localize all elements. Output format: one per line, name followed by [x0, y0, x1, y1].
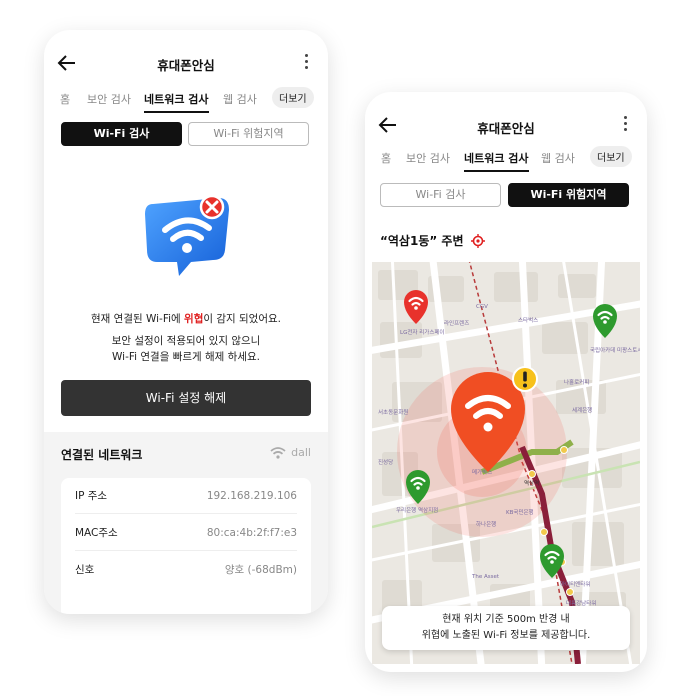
warning-badge-icon — [512, 366, 538, 392]
app-title: 휴대폰안심 — [477, 121, 535, 136]
alert-prefix: 현재 연결된 Wi-Fi에 — [91, 313, 185, 325]
app-title: 휴대폰안심 — [157, 58, 215, 73]
advice-line-2: Wi-Fi 연결을 빠르게 해제 하세요. — [112, 351, 260, 363]
network-ssid: dall — [270, 446, 311, 459]
tab-network-scan[interactable]: 네트워크 검사 — [144, 91, 209, 113]
location-header: “역삼1동” 주변 — [380, 232, 485, 249]
disconnect-wifi-button[interactable]: Wi-Fi 설정 해제 — [61, 380, 311, 416]
map-label: 나홀로커피 — [564, 378, 589, 386]
map-label: CGV — [476, 304, 488, 310]
info-key: 신호 — [75, 564, 95, 576]
tab-home[interactable]: 홈 — [381, 150, 391, 166]
advice-line-1: 보안 설정이 적용되어 있지 않으니 — [111, 335, 261, 347]
app-bar: 휴대폰안심 — [365, 104, 647, 144]
tab-home[interactable]: 홈 — [60, 91, 70, 107]
danger-zone-map[interactable]: LG전자 리가스페이 라인프렌즈 CGV 스타벅스 국립아카데 미팡스토시관 나… — [372, 262, 640, 664]
info-row-signal: 신호 양호 (-68dBm) — [75, 552, 297, 588]
info-value: 80:ca:4b:2f:f7:e3 — [206, 527, 297, 539]
map-label: KB국민은행 — [506, 508, 534, 516]
map-label: 진성당 — [378, 458, 393, 466]
alert-suffix: 이 감지 되었어요. — [203, 313, 281, 325]
phone-wifi-danger-zone-screen: 휴대폰안심 홈 보안 검사 네트워크 검사 웹 검사 더보기 Wi-Fi 검사 … — [365, 92, 647, 672]
tab-bar: 홈 보안 검사 네트워크 검사 웹 검사 더보기 — [365, 146, 647, 172]
alert-threat-word: 위협 — [184, 313, 204, 325]
tab-web-scan[interactable]: 웹 검사 — [541, 150, 575, 166]
info-row-ip: IP 주소 192.168.219.106 — [75, 478, 297, 514]
tab-bar: 홈 보안 검사 네트워크 검사 웹 검사 더보기 — [44, 87, 328, 113]
app-bar: 휴대폰안심 — [44, 42, 328, 82]
info-value: 192.168.219.106 — [206, 490, 297, 502]
segment-wifi-scan[interactable]: Wi-Fi 검사 — [380, 183, 501, 207]
segment-wifi-danger-zone[interactable]: Wi-Fi 위험지역 — [508, 183, 629, 207]
map-canvas: LG전자 리가스페이 라인프렌즈 CGV 스타벅스 국립아카데 미팡스토시관 나… — [372, 262, 640, 664]
info-row-mac: MAC주소 80:ca:4b:2f:f7:e3 — [75, 515, 297, 551]
map-label: 역삼역 — [524, 479, 539, 487]
more-button[interactable]: 더보기 — [272, 87, 314, 108]
tab-security-scan[interactable]: 보안 검사 — [406, 150, 450, 166]
map-label: 스타벅스 — [518, 316, 538, 324]
map-label: 세계은행 — [572, 406, 592, 414]
tab-network-scan[interactable]: 네트워크 검사 — [464, 150, 529, 172]
network-info-card: IP 주소 192.168.219.106 MAC주소 80:ca:4b:2f:f7… — [61, 478, 311, 614]
current-location-icon[interactable] — [470, 233, 485, 248]
more-options-icon[interactable] — [305, 54, 309, 72]
map-label: 서초동문화원 — [378, 408, 408, 416]
info-value: 양호 (-68dBm) — [224, 564, 297, 576]
more-options-icon[interactable] — [624, 116, 628, 134]
map-label: 하나은행 — [476, 520, 496, 528]
info-key: IP 주소 — [75, 490, 108, 502]
tab-security-scan[interactable]: 보안 검사 — [87, 91, 131, 107]
connected-network-title: 연결된 네트워크 — [61, 448, 143, 462]
wifi-threat-icon — [145, 194, 229, 276]
threat-alert-message: 현재 연결된 Wi-Fi에 위협이 감지 되었어요. — [44, 311, 328, 327]
map-label: 라인프렌즈 — [444, 319, 469, 327]
map-label: 국립아카데 미팡스토시관 — [590, 346, 640, 354]
info-line-1: 현재 위치 기준 500m 반경 내 — [442, 614, 570, 625]
more-button[interactable]: 더보기 — [590, 146, 632, 167]
map-label: The Asset — [471, 574, 500, 580]
info-line-2: 위협에 노출된 Wi-Fi 정보를 제공합니다. — [421, 630, 591, 641]
map-label: 아이티엔타워 — [560, 580, 590, 588]
ssid-name: dall — [291, 446, 311, 459]
segment-wifi-scan[interactable]: Wi-Fi 검사 — [61, 122, 182, 146]
info-message-box: 현재 위치 기준 500m 반경 내 위협에 노출된 Wi-Fi 정보를 제공합… — [382, 606, 630, 650]
connected-network-section: 연결된 네트워크 dall IP 주소 192.168.219.106 MAC주소… — [44, 432, 328, 614]
tab-web-scan[interactable]: 웹 검사 — [223, 91, 257, 107]
map-label: 우리은행 역삼지점 — [396, 506, 438, 514]
info-key: MAC주소 — [75, 527, 118, 539]
wifi-signal-icon — [270, 446, 286, 459]
location-label: “역삼1동” 주변 — [380, 234, 464, 248]
map-label: LG전자 리가스페이 — [400, 328, 445, 336]
segment-wifi-danger-zone[interactable]: Wi-Fi 위험지역 — [188, 122, 309, 146]
phone-wifi-scan-screen: 휴대폰안심 홈 보안 검사 네트워크 검사 웹 검사 더보기 Wi-Fi 검사 … — [44, 30, 328, 614]
